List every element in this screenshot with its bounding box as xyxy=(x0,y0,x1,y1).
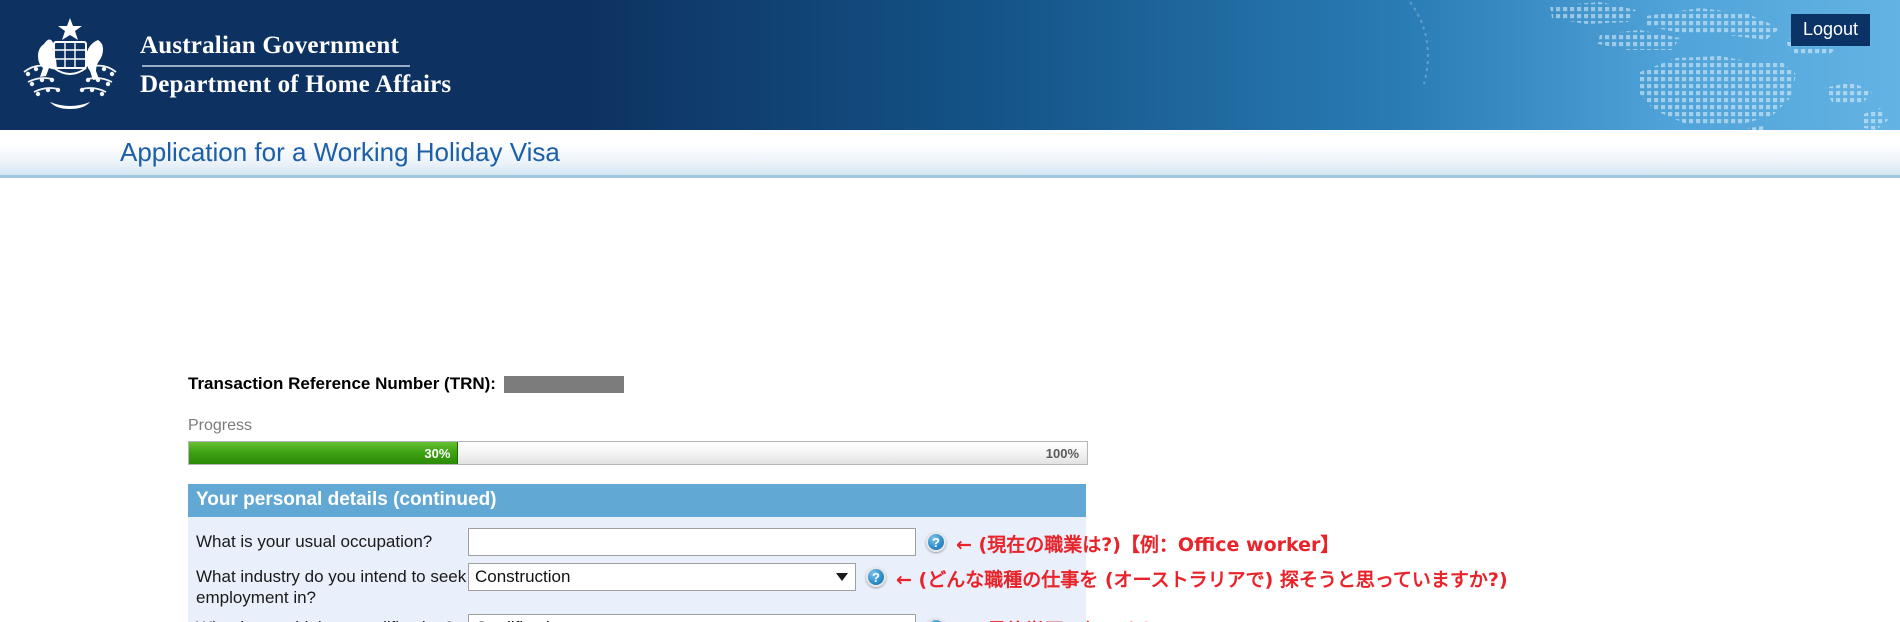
department-wordmark: Australian Government Department of Home… xyxy=(140,32,451,99)
qualification-select[interactable]: Qualification xyxy=(468,614,916,622)
main-content: Transaction Reference Number (TRN): Prog… xyxy=(0,178,1900,622)
label-industry: What industry do you intend to seek empl… xyxy=(196,567,467,607)
form-row-qualification: What is your highest qualification? Qual… xyxy=(188,611,1178,622)
form-row-industry: What industry do you intend to seek empl… xyxy=(188,560,1508,611)
annotation-industry: ← (どんな職種の仕事を (オーストラリアで) 探そうと思っていますか?) xyxy=(896,569,1508,591)
trn-value-redacted xyxy=(503,375,624,393)
page-title-band: Application for a Working Holiday Visa xyxy=(0,130,1900,178)
field-usual-occupation xyxy=(468,528,916,556)
field-industry: Construction xyxy=(468,563,856,591)
help-question-icon-occupation[interactable]: ? xyxy=(926,532,946,552)
wordmark-divider xyxy=(142,65,410,67)
progress-max-label: 100% xyxy=(1045,445,1079,461)
page-title: Application for a Working Holiday Visa xyxy=(120,137,560,167)
logout-button[interactable]: Logout xyxy=(1790,14,1870,46)
qualification-select-value: Qualification xyxy=(475,618,569,622)
progress-label: Progress xyxy=(188,417,253,434)
occupation-input[interactable] xyxy=(468,528,916,556)
trn-label: Transaction Reference Number (TRN): xyxy=(188,374,496,393)
panel-header: Your personal details (continued) xyxy=(188,484,1086,517)
chevron-down-icon-industry xyxy=(836,573,848,581)
progress-bar-track: 100% xyxy=(458,442,1087,464)
form-row-occupation: What is your usual occupation? ? ← (現在の職… xyxy=(188,525,1339,560)
industry-select-value: Construction xyxy=(475,567,571,586)
masthead: Australian Government Department of Home… xyxy=(0,0,1900,130)
org-line-australian-government: Australian Government xyxy=(140,32,400,59)
help-question-icon-qualification[interactable]: ? xyxy=(926,618,946,622)
trn-row: Transaction Reference Number (TRN): xyxy=(188,374,624,394)
label-usual-occupation: What is your usual occupation? xyxy=(196,532,433,551)
progress-current-label: 30% xyxy=(424,445,451,461)
label-qualification: What is your highest qualification? xyxy=(196,614,468,622)
org-line-department-of-home-affairs: Department of Home Affairs xyxy=(140,71,452,98)
progress-bar-fill: 30% xyxy=(189,442,459,464)
annotation-occupation: ← (現在の職業は?)【例：Office worker】 xyxy=(956,534,1340,556)
field-qualification: Qualification xyxy=(468,614,916,622)
progress-bar: 30% 100% xyxy=(188,441,1088,465)
annotation-qualification: ← (最終学歴は何ですか?) xyxy=(956,616,1178,622)
australian-coat-of-arms-icon xyxy=(23,18,117,109)
industry-select[interactable]: Construction xyxy=(468,563,856,591)
help-question-icon-industry[interactable]: ? xyxy=(866,567,886,587)
dotted-world-map-icon xyxy=(1409,1,1888,130)
panel-body: What is your usual occupation? ? ← (現在の職… xyxy=(188,517,1508,622)
personal-details-panel: Your personal details (continued) What i… xyxy=(188,484,1508,622)
